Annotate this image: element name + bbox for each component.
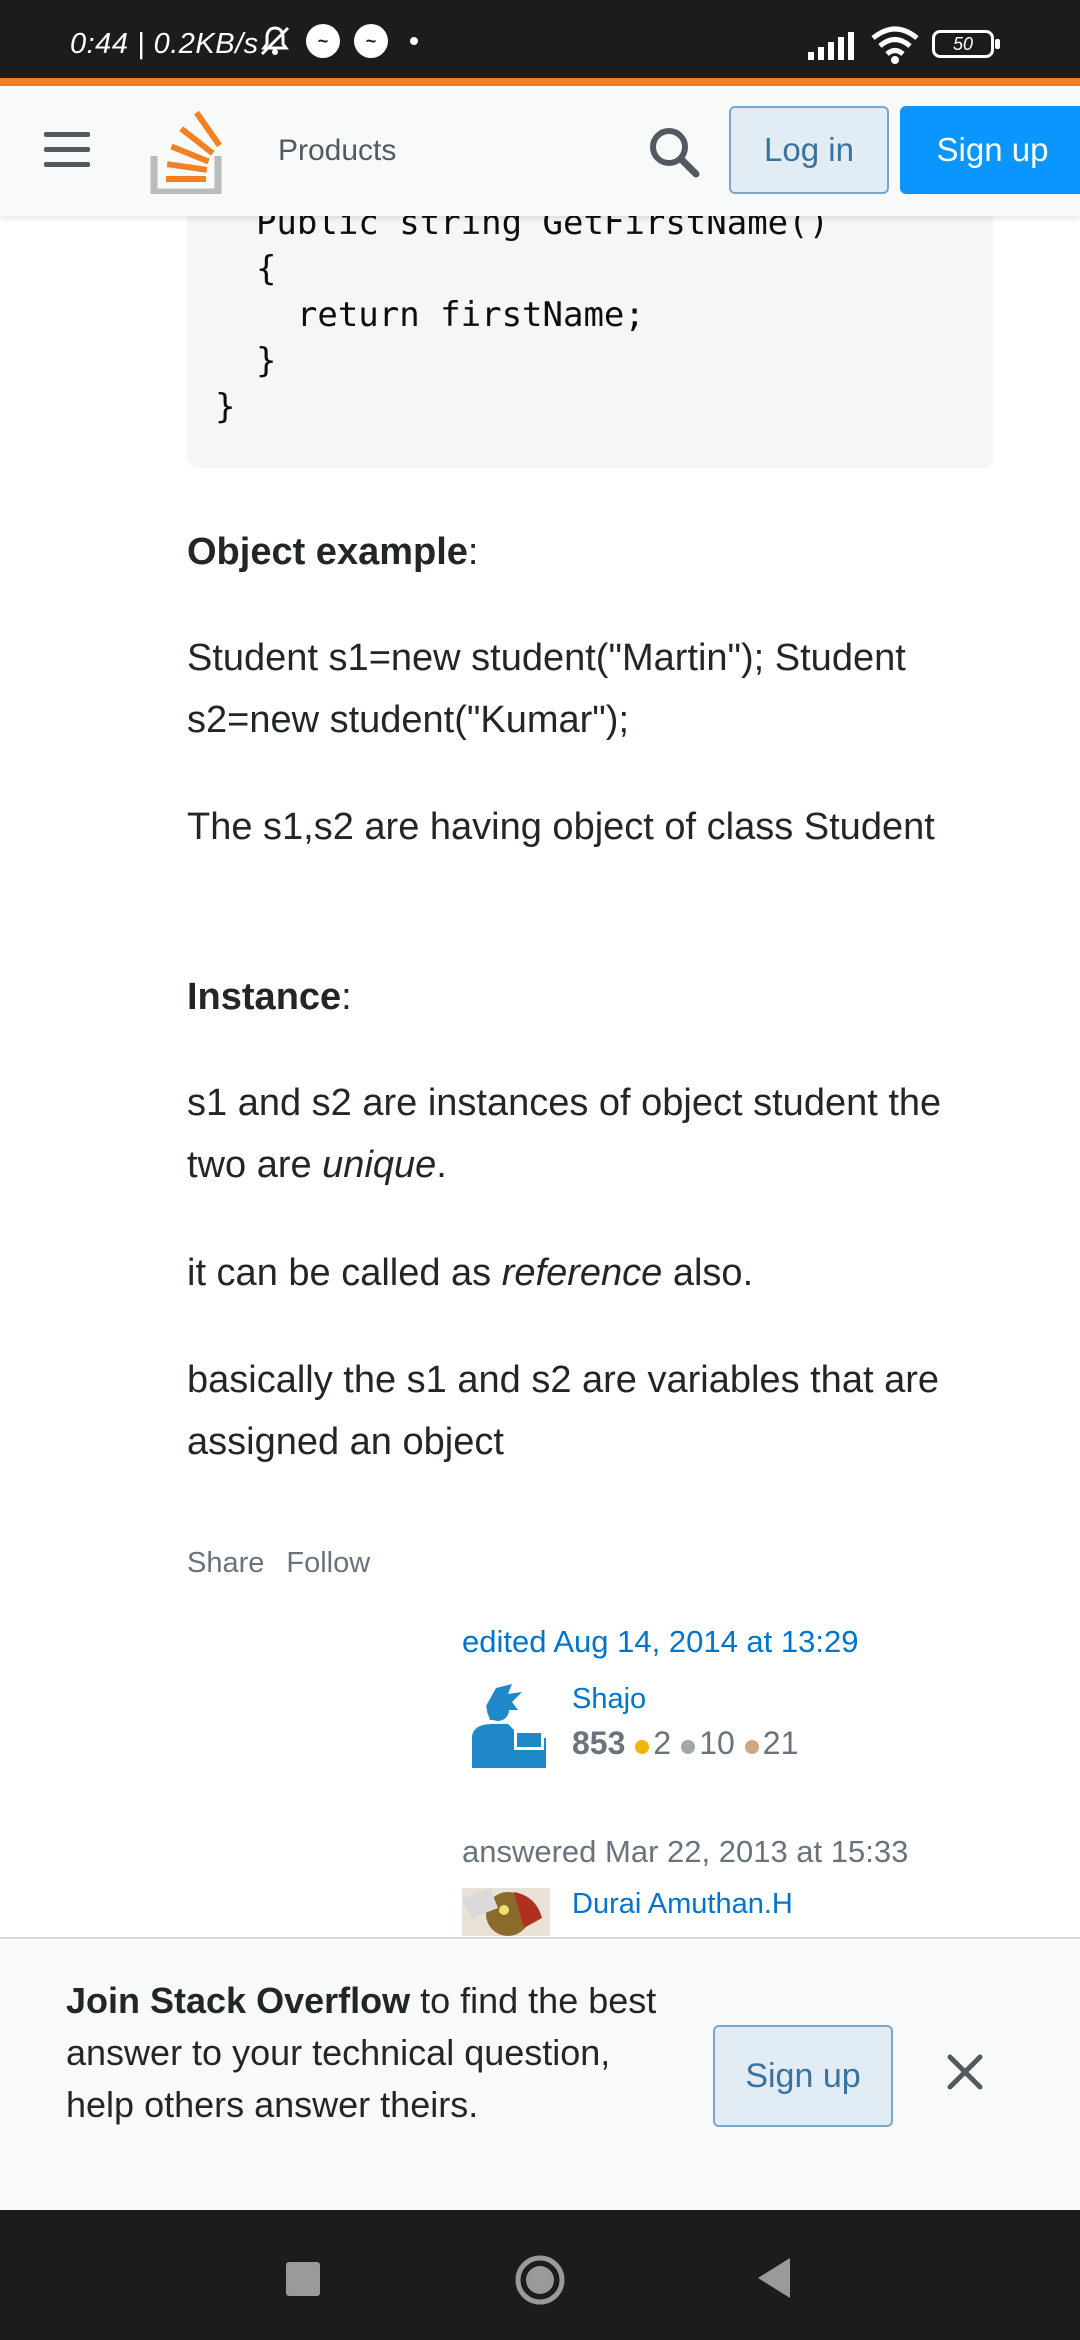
- answerer-avatar[interactable]: [462, 1888, 550, 1936]
- system-navigation-bar: [0, 2210, 1080, 2340]
- search-icon[interactable]: [646, 124, 702, 180]
- variables-description: basically the s1 and s2 are variables th…: [187, 1359, 939, 1463]
- login-button[interactable]: Log in: [729, 106, 889, 194]
- code-text: Public string GetFirstName() { return fi…: [215, 200, 829, 430]
- instance-description: s1 and s2 are instances of object studen…: [187, 1082, 942, 1186]
- site-header: Products Log in Sign up: [0, 86, 1080, 216]
- object-heading: Object example:: [187, 531, 479, 573]
- status-bar: 0:44 | 0.2KB/s ~ ~ 50: [0, 0, 1080, 78]
- products-link[interactable]: Products: [278, 134, 396, 168]
- status-time: 0:44 | 0.2KB/s: [70, 28, 259, 60]
- code-line: }: [215, 341, 277, 381]
- bronze-badge-icon: [744, 1740, 759, 1754]
- instance-heading: Instance:: [187, 976, 352, 1018]
- hamburger-menu-icon[interactable]: [44, 132, 90, 168]
- silver-badge-icon: [681, 1740, 696, 1754]
- close-icon[interactable]: [944, 2051, 986, 2093]
- more-notifications-dot: [410, 37, 418, 45]
- answered-timestamp[interactable]: answered Mar 22, 2013 at 15:33: [462, 1834, 908, 1870]
- code-line: {: [215, 249, 277, 289]
- code-line: }: [215, 387, 236, 427]
- share-link[interactable]: Share: [187, 1547, 264, 1580]
- messenger-icon: ~: [306, 24, 340, 58]
- signup-button[interactable]: Sign up: [900, 106, 1080, 194]
- reference-description: it can be called as reference also.: [187, 1252, 754, 1294]
- editor-name-link[interactable]: Shajo: [572, 1683, 646, 1716]
- signal-icon: [808, 32, 854, 60]
- bronze-badge-count: 21: [744, 1725, 798, 1762]
- accent-bar: [0, 78, 1080, 86]
- home-icon[interactable]: [514, 2254, 566, 2306]
- battery-icon: 50: [932, 30, 1000, 58]
- reputation-score: 853: [572, 1725, 626, 1761]
- messenger-icon: ~: [354, 24, 388, 58]
- editor-avatar[interactable]: [462, 1680, 550, 1768]
- object-description: The s1,s2 are having object of class Stu…: [187, 806, 935, 848]
- gold-badge-icon: [635, 1740, 650, 1754]
- wifi-icon: [871, 26, 919, 64]
- join-banner: Join Stack Overflow to find the best ans…: [0, 1937, 1080, 2210]
- code-line: return firstName;: [215, 295, 645, 335]
- recent-apps-icon[interactable]: [286, 2262, 320, 2296]
- post-menu: Share Follow: [187, 1547, 370, 1580]
- banner-message: Join Stack Overflow to find the best ans…: [66, 1980, 657, 2125]
- stackoverflow-logo-icon[interactable]: [150, 108, 226, 194]
- edited-timestamp-link[interactable]: edited Aug 14, 2014 at 13:29: [462, 1624, 858, 1660]
- muted-bell-icon: [260, 26, 290, 56]
- notification-icons: ~ ~: [258, 24, 418, 58]
- gold-badge-count: 2: [635, 1725, 671, 1762]
- silver-badge-count: 10: [681, 1725, 735, 1762]
- back-icon[interactable]: [756, 2256, 792, 2300]
- object-code-text: Student s1=new student("Martin"); Studen…: [187, 637, 906, 741]
- banner-signup-button[interactable]: Sign up: [713, 2025, 893, 2127]
- editor-stats: 853 2 10 21: [572, 1725, 798, 1762]
- follow-link[interactable]: Follow: [286, 1547, 370, 1580]
- answerer-name-link[interactable]: Durai Amuthan.H: [572, 1888, 793, 1921]
